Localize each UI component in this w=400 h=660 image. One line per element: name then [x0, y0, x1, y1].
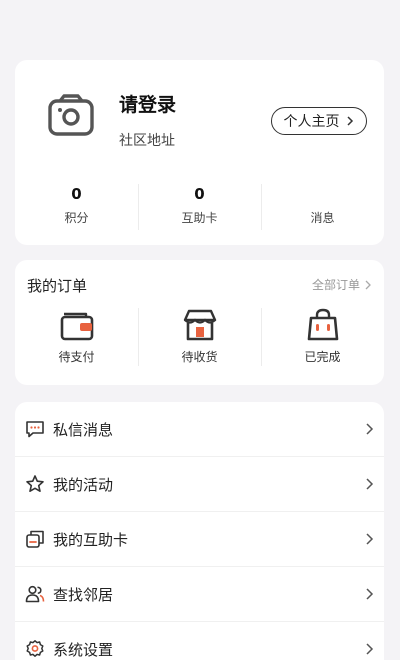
- stat-label: 积分: [64, 211, 89, 225]
- profile-card: 请登录 社区地址 个人主页 0 积分 0 互助卡 消息: [15, 60, 384, 245]
- login-title[interactable]: 请登录: [119, 90, 176, 117]
- community-address: 社区地址: [119, 133, 175, 149]
- profile-page: 请登录 社区地址 个人主页 0 积分 0 互助卡 消息 我的订单 全部订单 待支…: [0, 0, 400, 660]
- chevron-right-icon: [366, 533, 374, 545]
- all-orders-link[interactable]: 全部订单: [312, 276, 372, 293]
- menu-label: 我的互助卡: [53, 530, 129, 549]
- chevron-right-icon: [366, 588, 374, 600]
- message-icon: [26, 421, 44, 438]
- personal-home-label: 个人主页: [283, 114, 340, 130]
- stat-points[interactable]: 0 积分: [15, 184, 138, 234]
- order-label: 待收货: [181, 350, 218, 364]
- bag-icon: [307, 308, 338, 341]
- order-pending-receipt[interactable]: 待收货: [138, 308, 261, 374]
- personal-home-button[interactable]: 个人主页: [271, 107, 367, 135]
- order-status-row: 待支付 待收货 已完成: [15, 308, 384, 374]
- wallet-icon: [60, 312, 93, 341]
- orders-title: 我的订单: [27, 277, 88, 295]
- menu-item-private-messages[interactable]: 私信消息: [15, 402, 384, 457]
- menu-list: 私信消息 我的活动 我的互助卡 查找邻居 系统设置: [15, 402, 384, 660]
- card-icon: [26, 530, 44, 548]
- menu-label: 私信消息: [53, 420, 114, 439]
- menu-item-my-help-cards[interactable]: 我的互助卡: [15, 512, 384, 567]
- order-label: 已完成: [304, 350, 341, 364]
- order-pending-payment[interactable]: 待支付: [15, 308, 138, 374]
- menu-label: 查找邻居: [53, 585, 114, 604]
- menu-label: 我的活动: [53, 475, 114, 494]
- chevron-right-icon: [366, 643, 374, 655]
- gear-icon: [26, 640, 44, 657]
- shop-icon: [183, 309, 216, 341]
- stat-value: 0: [71, 185, 82, 203]
- chevron-right-icon: [366, 478, 374, 490]
- stat-messages[interactable]: 消息: [261, 184, 384, 234]
- menu-label: 系统设置: [53, 640, 114, 659]
- menu-item-system-settings[interactable]: 系统设置: [15, 622, 384, 660]
- stat-label: 消息: [310, 211, 335, 225]
- stats-row: 0 积分 0 互助卡 消息: [15, 184, 384, 234]
- all-orders-label: 全部订单: [311, 278, 360, 292]
- menu-item-my-activities[interactable]: 我的活动: [15, 457, 384, 512]
- chevron-right-icon: [346, 116, 353, 126]
- camera-icon[interactable]: [48, 94, 94, 136]
- orders-card: 我的订单 全部订单 待支付 待收货 已完成: [15, 260, 384, 385]
- chevron-right-icon: [365, 280, 371, 289]
- stat-label: 互助卡: [181, 211, 218, 225]
- order-completed[interactable]: 已完成: [261, 308, 384, 374]
- star-icon: [26, 475, 44, 492]
- chevron-right-icon: [366, 423, 374, 435]
- stat-value: [261, 184, 384, 204]
- stat-value: 0: [194, 185, 205, 203]
- order-label: 待支付: [58, 350, 95, 364]
- stat-help-cards[interactable]: 0 互助卡: [138, 184, 261, 234]
- people-icon: [25, 585, 45, 603]
- menu-item-find-neighbors[interactable]: 查找邻居: [15, 567, 384, 622]
